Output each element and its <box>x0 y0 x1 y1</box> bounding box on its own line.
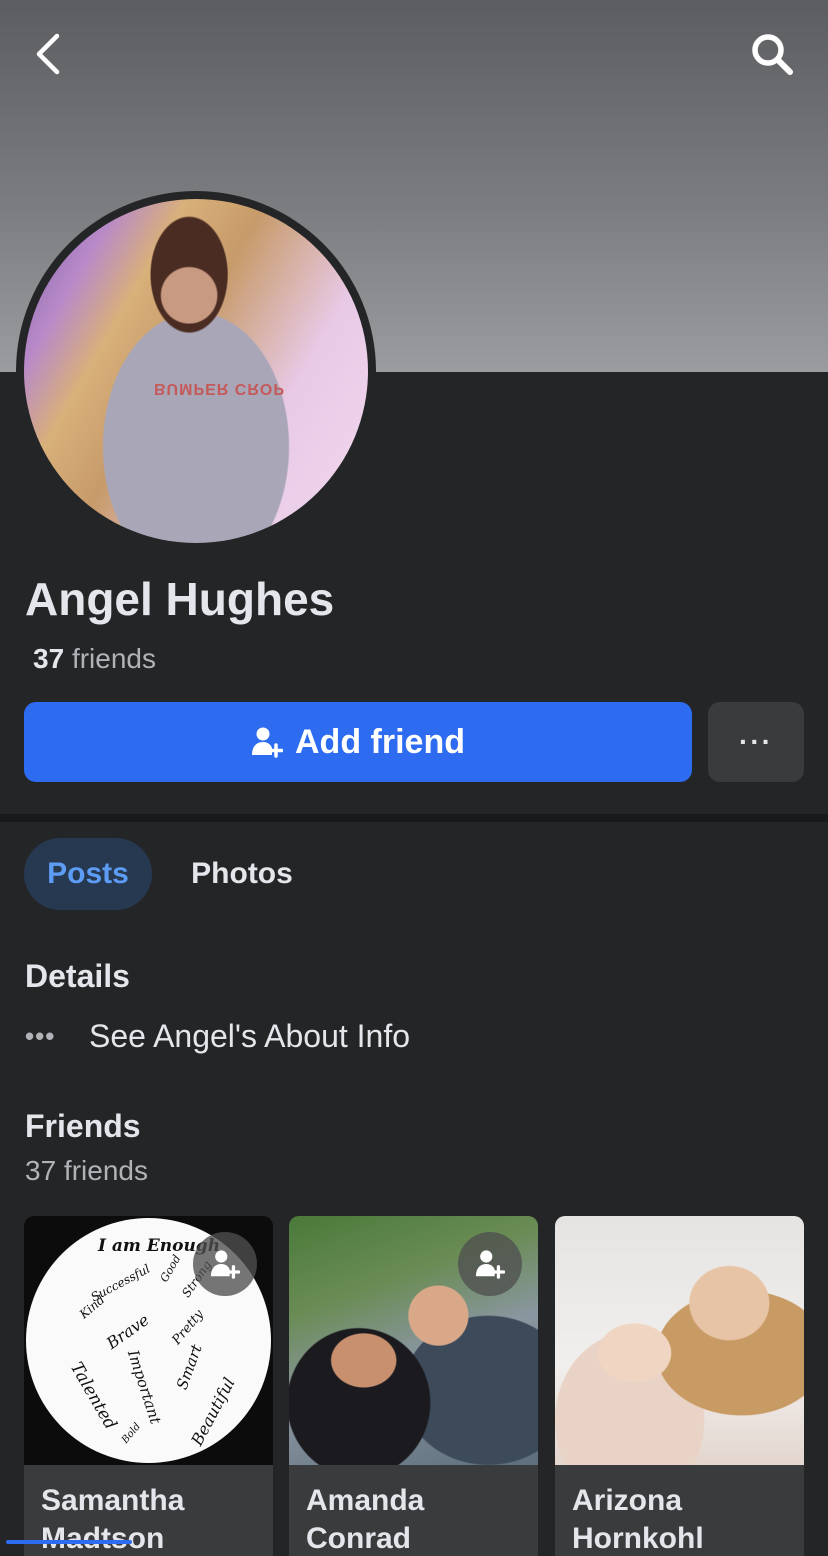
back-button[interactable] <box>22 26 74 82</box>
more-options-button[interactable]: ··· <box>708 702 804 782</box>
about-info-text: See Angel's About Info <box>89 1017 411 1054</box>
more-icon: ··· <box>739 726 773 757</box>
add-friend-mini-button[interactable] <box>193 1232 257 1296</box>
art-word: Talented <box>65 1358 121 1434</box>
art-word: Smart <box>172 1342 206 1392</box>
profile-picture-frame[interactable]: BUMPER CROP <box>16 191 376 551</box>
section-divider <box>0 814 828 822</box>
friend-last-name: Hornkohl <box>572 1522 704 1555</box>
more-dots-icon: ••• <box>25 1020 56 1051</box>
add-person-icon <box>252 727 283 758</box>
friend-first-name: Samantha <box>41 1484 185 1517</box>
add-friend-mini-button[interactable] <box>458 1232 522 1296</box>
tab-photos-label: Photos <box>191 857 293 890</box>
art-word: Kind <box>76 1292 108 1322</box>
friend-card[interactable]: Arizona Hornkohl <box>555 1216 804 1556</box>
add-friend-label: Add friend <box>295 722 465 761</box>
friend-last-name: Madtson <box>41 1522 165 1555</box>
friends-count-number: 37 <box>33 643 65 674</box>
search-button[interactable] <box>744 26 800 82</box>
profile-name: Angel Hughes <box>25 573 335 625</box>
art-word: Bold <box>119 1421 144 1446</box>
details-heading: Details <box>25 958 130 994</box>
friend-photo <box>555 1216 804 1465</box>
add-person-icon <box>210 1250 240 1279</box>
profile-picture[interactable]: BUMPER CROP <box>24 199 368 543</box>
friend-first-name: Amanda <box>306 1484 425 1517</box>
back-icon <box>36 33 60 75</box>
art-word: Important <box>123 1347 165 1427</box>
about-info-link[interactable]: ••• See Angel's About Info <box>25 1010 410 1062</box>
art-word: Beautiful <box>187 1374 239 1449</box>
friend-name: Samantha Madtson <box>41 1482 261 1556</box>
friends-count-label: friends <box>71 643 156 674</box>
friend-last-name: Conrad <box>306 1522 411 1555</box>
friends-count[interactable]: 37 friends <box>33 643 156 675</box>
art-word: Good <box>157 1252 184 1285</box>
friend-name: Amanda Conrad <box>306 1482 526 1556</box>
add-person-icon <box>475 1250 505 1279</box>
scroll-indicator <box>6 1540 132 1544</box>
friend-first-name: Arizona <box>572 1484 683 1517</box>
friend-name: Arizona Hornkohl <box>572 1482 792 1556</box>
tab-photos[interactable]: Photos <box>170 838 314 910</box>
tab-posts-label: Posts <box>47 857 129 890</box>
friends-subtitle: 37 friends <box>25 1155 148 1186</box>
friend-card[interactable]: I am Enough Successful Good Strong Kind … <box>24 1216 273 1556</box>
friends-heading: Friends <box>25 1108 141 1144</box>
art-word: Brave <box>102 1310 153 1353</box>
friend-card[interactable]: Amanda Conrad <box>289 1216 538 1556</box>
tab-posts[interactable]: Posts <box>24 838 152 910</box>
search-icon <box>752 34 793 75</box>
add-friend-button[interactable]: Add friend <box>24 702 692 782</box>
sweater-print-text: BUMPER CROP <box>154 380 286 397</box>
